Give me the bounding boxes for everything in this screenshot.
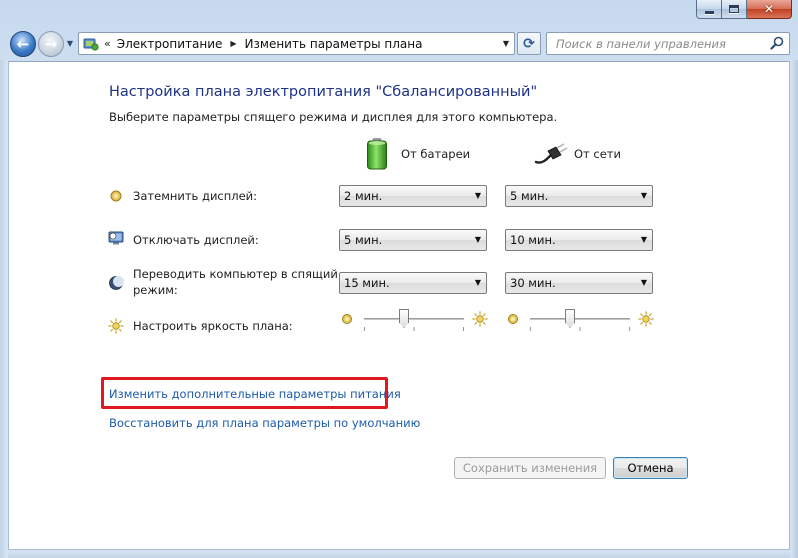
maximize-button[interactable] xyxy=(722,0,747,19)
close-button[interactable]: ✕ xyxy=(747,0,792,19)
sleep-moon-icon xyxy=(108,275,124,291)
advanced-settings-link[interactable]: Изменить дополнительные параметры питани… xyxy=(109,387,401,401)
minimize-icon xyxy=(704,10,714,14)
save-changes-button[interactable]: Сохранить изменения xyxy=(454,457,606,479)
chevron-down-icon: ▼ xyxy=(474,278,481,287)
slider-ticks xyxy=(530,327,630,331)
dim-battery-value: 2 мин. xyxy=(344,189,383,203)
column-battery-label: От батареи xyxy=(401,147,471,161)
setting-label-display-off: Отключать дисплей: xyxy=(133,233,259,247)
recent-pages-dropdown[interactable]: ▼ xyxy=(64,38,76,50)
setting-label-dim: Затемнить дисплей: xyxy=(133,189,258,203)
dim-display-icon xyxy=(108,188,124,204)
slider-track[interactable] xyxy=(364,318,464,320)
display-off-ac-value: 10 мин. xyxy=(510,233,556,247)
search-input[interactable] xyxy=(547,33,767,54)
control-panel-icon xyxy=(83,36,99,52)
caption-buttons: ✕ xyxy=(696,0,792,20)
restore-defaults-link[interactable]: Восстановить для плана параметры по умол… xyxy=(109,416,420,430)
page-subtitle: Выберите параметры спящего режима и дисп… xyxy=(109,110,558,124)
sleep-ac-select[interactable]: 30 мин. ▼ xyxy=(505,272,653,294)
display-off-ac-select[interactable]: 10 мин. ▼ xyxy=(505,229,653,251)
setting-label-sleep-line2: режим: xyxy=(133,283,178,297)
slider-ticks xyxy=(364,327,464,331)
setting-label-sleep-line1: Переводить компьютер в спящий xyxy=(133,267,338,281)
battery-icon xyxy=(366,138,388,170)
window-border-left xyxy=(0,60,8,558)
window-border-right xyxy=(790,60,798,558)
column-ac: От сети xyxy=(534,142,621,166)
slider-thumb[interactable] xyxy=(399,309,409,328)
cancel-button[interactable]: Отмена xyxy=(613,457,688,479)
search-box[interactable] xyxy=(546,32,790,55)
brightness-high-icon xyxy=(472,311,488,327)
brightness-ac-slider[interactable] xyxy=(506,306,656,336)
breadcrumb-chevron-icon[interactable]: ▶ xyxy=(230,39,236,48)
maximize-icon xyxy=(729,5,739,13)
search-icon[interactable] xyxy=(770,36,785,51)
minimize-button[interactable] xyxy=(696,0,722,19)
breadcrumb-edit-plan[interactable]: Изменить параметры плана xyxy=(245,37,423,51)
brightness-high-icon xyxy=(638,311,654,327)
breadcrumb-overflow[interactable]: « xyxy=(104,37,111,50)
chevron-down-icon: ▼ xyxy=(640,278,647,287)
dim-battery-select[interactable]: 2 мин. ▼ xyxy=(339,185,487,207)
page-title: Настройка плана электропитания "Сбаланси… xyxy=(109,84,538,100)
close-icon: ✕ xyxy=(763,2,775,16)
brightness-icon xyxy=(108,318,124,334)
brightness-low-icon xyxy=(506,312,520,326)
refresh-button[interactable]: ⟳ xyxy=(517,32,541,55)
brightness-battery-slider[interactable] xyxy=(340,306,490,336)
chevron-down-icon: ▼ xyxy=(640,191,647,200)
forward-button[interactable]: → xyxy=(38,31,64,57)
forward-arrow-icon: → xyxy=(44,35,58,53)
dim-ac-select[interactable]: 5 мин. ▼ xyxy=(505,185,653,207)
sleep-battery-value: 15 мин. xyxy=(344,276,390,290)
power-plug-icon xyxy=(534,142,568,166)
brightness-low-icon xyxy=(340,312,354,326)
refresh-icon: ⟳ xyxy=(523,35,535,52)
sleep-battery-select[interactable]: 15 мин. ▼ xyxy=(339,272,487,294)
display-off-icon xyxy=(108,230,124,246)
column-ac-label: От сети xyxy=(574,147,621,161)
sleep-ac-value: 30 мин. xyxy=(510,276,556,290)
slider-track[interactable] xyxy=(530,318,630,320)
address-bar[interactable]: « Электропитание ▶ Изменить параметры пл… xyxy=(78,32,515,55)
chevron-down-icon: ▼ xyxy=(640,235,647,244)
display-off-battery-select[interactable]: 5 мин. ▼ xyxy=(339,229,487,251)
address-dropdown-button[interactable]: ▼ xyxy=(498,33,514,54)
chevron-down-icon: ▼ xyxy=(474,191,481,200)
setting-label-sleep: Переводить компьютер в спящий режим: xyxy=(133,266,338,298)
breadcrumb-power-options[interactable]: Электропитание xyxy=(117,37,223,51)
slider-thumb[interactable] xyxy=(565,309,575,328)
chevron-down-icon: ▼ xyxy=(474,235,481,244)
back-arrow-icon: ← xyxy=(16,35,30,53)
display-off-battery-value: 5 мин. xyxy=(344,233,383,247)
setting-label-brightness: Настроить яркость плана: xyxy=(133,319,293,333)
dim-ac-value: 5 мин. xyxy=(510,189,549,203)
window-bottom-border xyxy=(8,549,790,558)
back-button[interactable]: ← xyxy=(10,31,36,57)
column-battery: От батареи xyxy=(366,138,470,170)
